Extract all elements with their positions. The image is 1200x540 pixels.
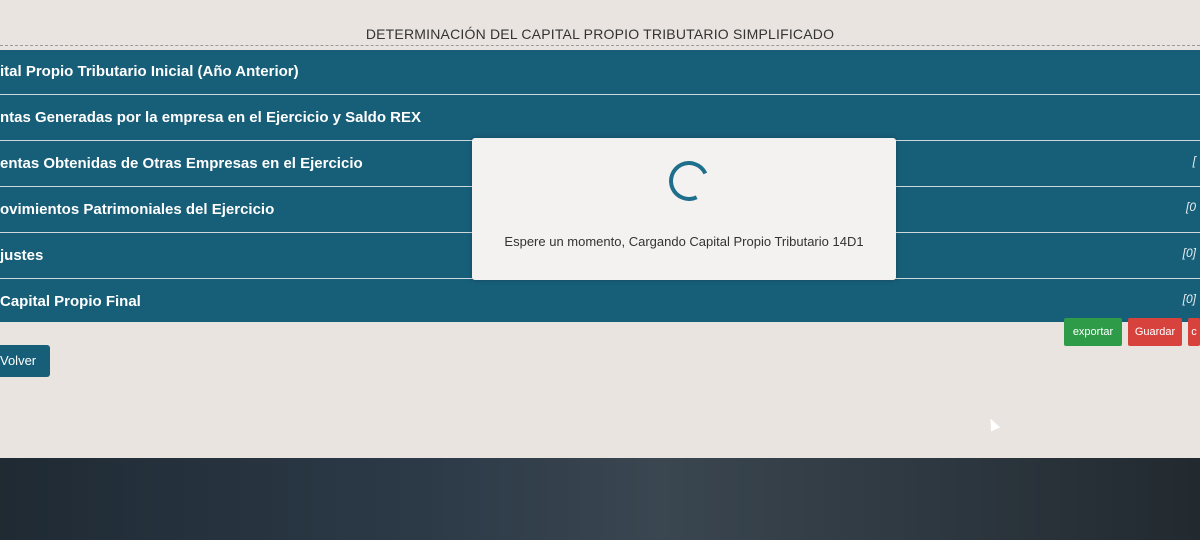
row-label: ovimientos Patrimoniales del Ejercicio	[0, 201, 275, 218]
page-title: DETERMINACIÓN DEL CAPITAL PROPIO TRIBUTA…	[365, 26, 835, 42]
row-label: ntas Generadas por la empresa en el Ejer…	[0, 109, 422, 126]
row-value: [0]	[1182, 292, 1196, 306]
row-label: ital Propio Tributario Inicial (Año Ante…	[0, 63, 299, 80]
app-screen: DETERMINACIÓN DEL CAPITAL PROPIO TRIBUTA…	[0, 0, 1200, 458]
row-capital-inicial[interactable]: ital Propio Tributario Inicial (Año Ante…	[0, 50, 1200, 95]
save-button[interactable]: Guardar	[1128, 318, 1182, 346]
row-capital-final[interactable]: Capital Propio Final [0]	[0, 280, 1200, 324]
row-label: entas Obtenidas de Otras Empresas en el …	[0, 155, 363, 172]
extra-button[interactable]: c	[1188, 318, 1200, 346]
modal-box: Espere un momento, Cargando Capital Prop…	[472, 138, 896, 280]
row-value: [	[1192, 154, 1196, 168]
row-label: justes	[0, 247, 44, 264]
row-value: [0	[1185, 200, 1196, 214]
row-value: [0]	[1182, 246, 1196, 260]
title-divider	[0, 45, 1200, 46]
loading-modal: Espere un momento, Cargando Capital Prop…	[472, 138, 896, 280]
row-rentas-generadas[interactable]: ntas Generadas por la empresa en el Ejer…	[0, 96, 1200, 141]
screen-bezel-background	[0, 458, 1200, 540]
back-button[interactable]: Volver	[0, 345, 50, 377]
loading-spinner-icon	[663, 155, 715, 207]
mouse-cursor-icon	[985, 416, 1001, 432]
loading-message: Espere un momento, Cargando Capital Prop…	[504, 234, 864, 249]
row-label: Capital Propio Final	[0, 293, 141, 310]
export-button[interactable]: exportar	[1064, 318, 1122, 346]
